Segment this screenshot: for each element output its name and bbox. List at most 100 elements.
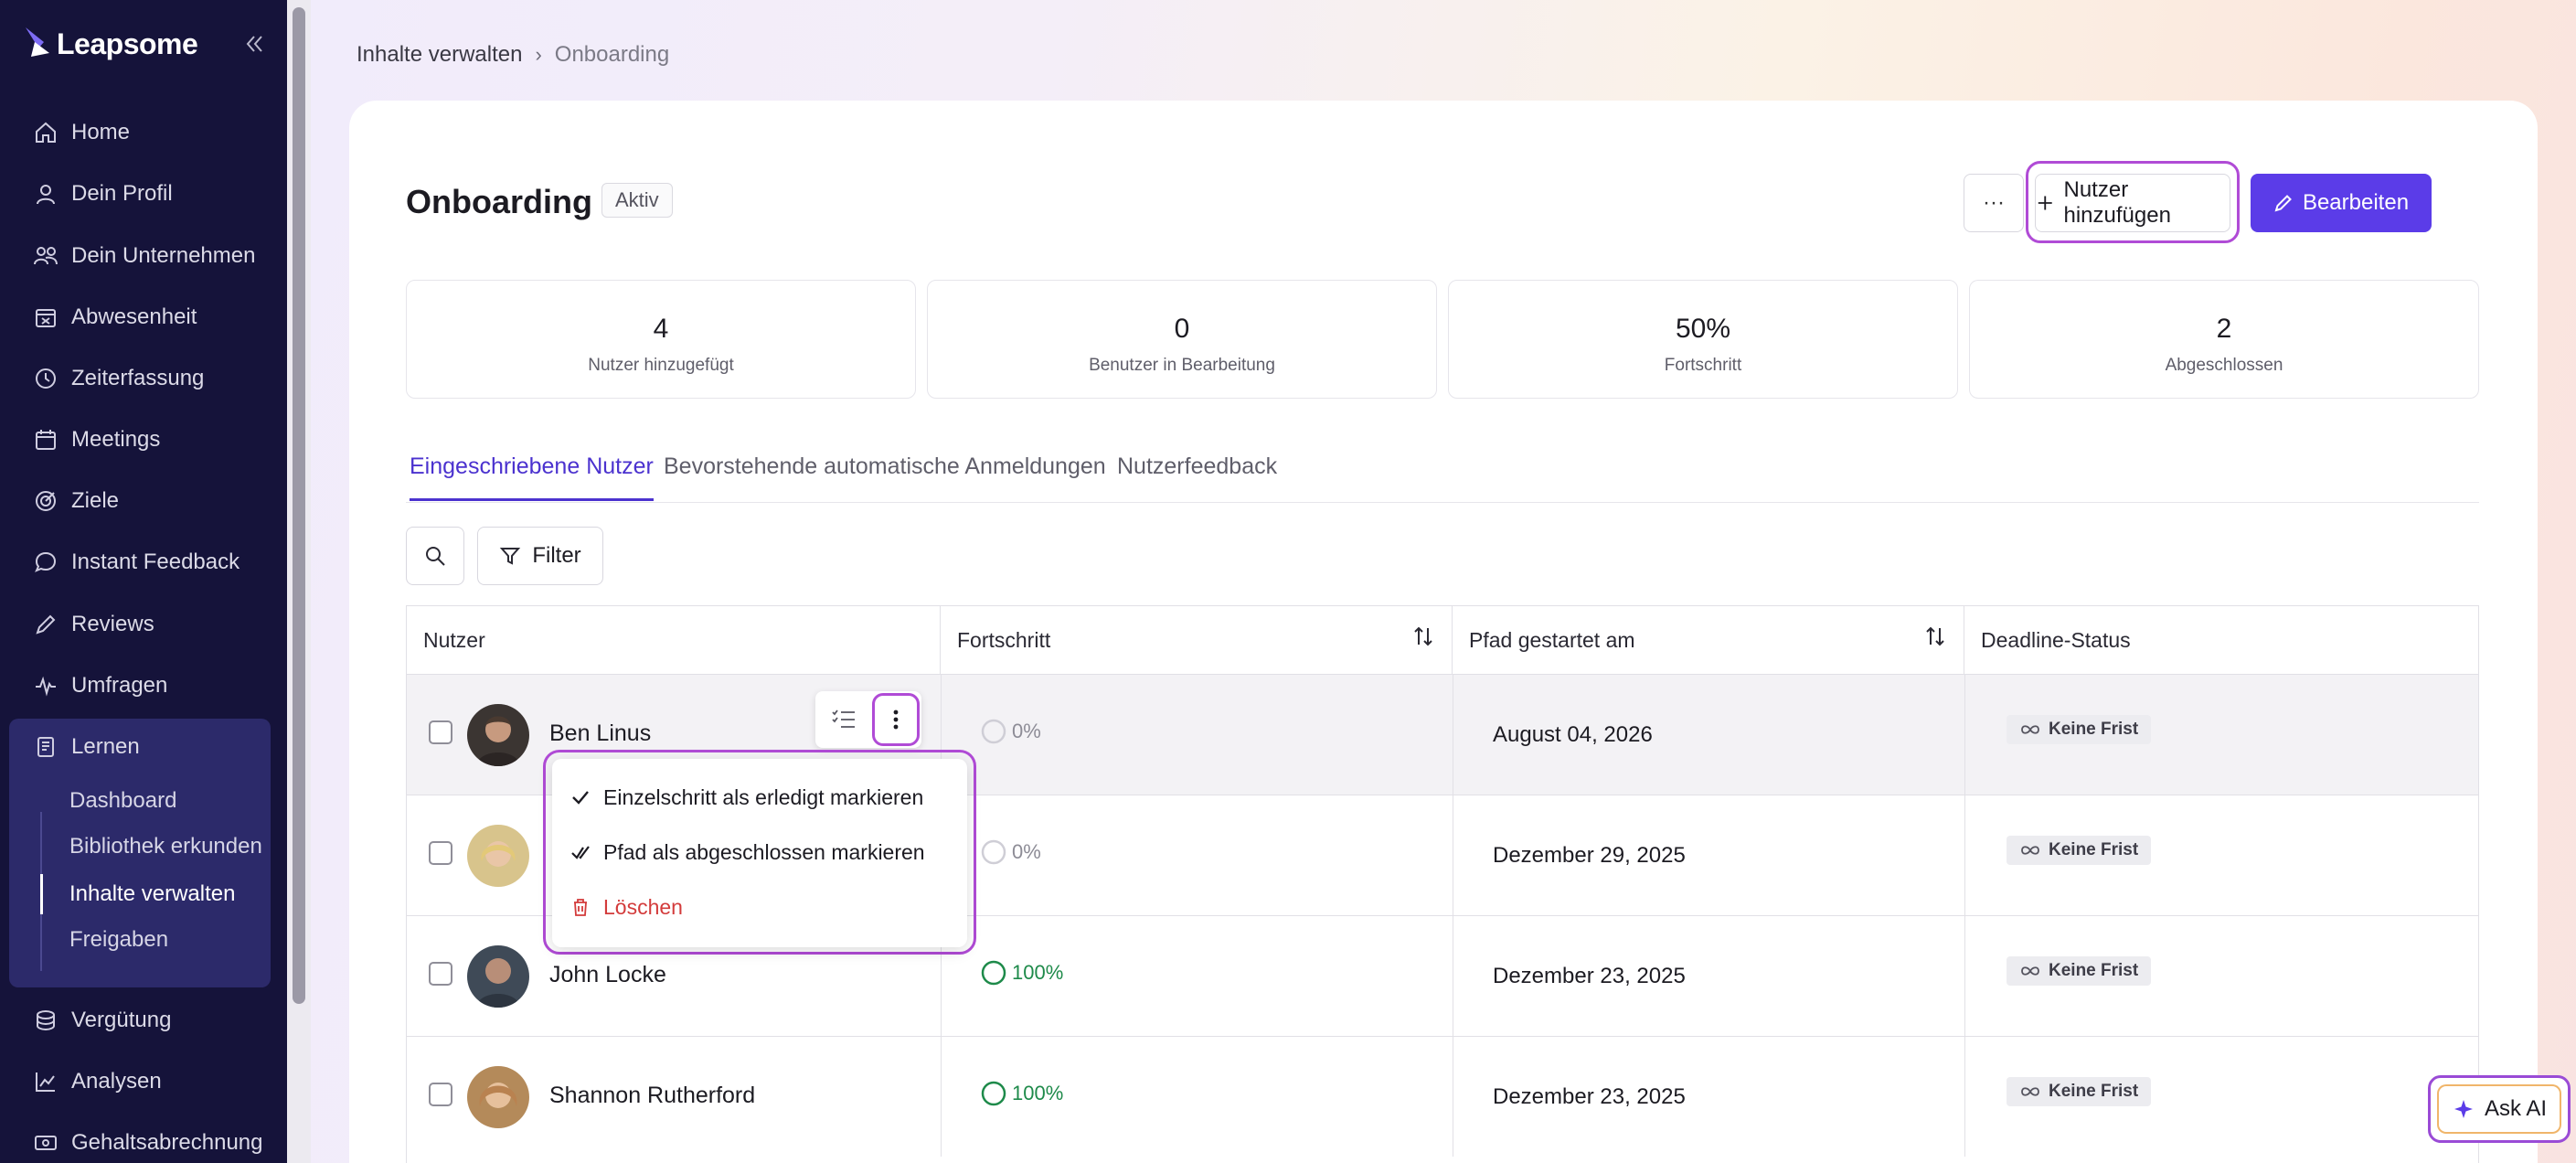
checklist-icon (832, 710, 855, 728)
table-row[interactable]: Shannon Rutherford 100% Dezember 23, 202… (407, 1036, 2478, 1157)
progress-ring-icon (981, 960, 1006, 986)
menu-item-mark-step-done[interactable]: Einzelschritt als erledigt markieren (552, 770, 967, 825)
steps-list-button[interactable] (826, 702, 861, 737)
submenu-active-indicator (40, 874, 43, 914)
more-label: ··· (1983, 190, 2005, 215)
breadcrumb-current: Onboarding (554, 42, 670, 67)
menu-item-mark-path-complete[interactable]: Pfad als abgeschlossen markieren (552, 825, 967, 880)
coins-icon (29, 1004, 62, 1037)
stat-label: Nutzer hinzugefügt (588, 356, 734, 375)
sidebar-subitem-inhalte-verwalten[interactable]: Inhalte verwalten (69, 881, 235, 907)
start-date: Dezember 29, 2025 (1493, 843, 1686, 868)
sidebar-item-verguetung[interactable]: Vergütung (18, 997, 271, 1044)
column-header-started[interactable]: Pfad gestartet am (1453, 606, 1964, 674)
pencil-icon (2274, 195, 2292, 212)
sidebar-item-unternehmen[interactable]: Dein Unternehmen (18, 232, 271, 280)
sidebar-item-reviews[interactable]: Reviews (18, 601, 271, 648)
deadline-badge: Keine Frist (2007, 956, 2152, 986)
search-button[interactable] (406, 527, 464, 585)
column-header-label: Deadline-Status (1981, 627, 2131, 652)
calendar-icon (29, 423, 62, 456)
progress-indicator: 0% (981, 719, 1041, 744)
filter-button[interactable]: Filter (477, 527, 603, 585)
sidebar-item-home[interactable]: Home (18, 109, 271, 156)
stat-value: 4 (653, 314, 669, 344)
tab-user-feedback[interactable]: Nutzerfeedback (1117, 453, 1277, 498)
user-name[interactable]: Ben Linus (549, 720, 651, 747)
sidebar-item-label: Analysen (71, 1069, 162, 1094)
row-actions (815, 691, 921, 748)
sidebar-item-ziele[interactable]: Ziele (18, 477, 271, 525)
row-checkbox[interactable] (429, 962, 452, 986)
row-checkbox[interactable] (429, 720, 452, 744)
sidebar-item-instant-feedback[interactable]: Instant Feedback (18, 539, 271, 586)
menu-item-label: Löschen (603, 894, 683, 919)
sidebar-item-meetings[interactable]: Meetings (18, 416, 271, 464)
app-name: Leapsome (57, 27, 198, 60)
sidebar-item-label: Umfragen (71, 673, 168, 698)
row-checkbox[interactable] (429, 841, 452, 865)
sort-icon[interactable] (1923, 624, 1947, 648)
cell-divider (1964, 675, 1965, 795)
deadline-label: Keine Frist (2049, 720, 2139, 739)
tab-enrolled-users[interactable]: Eingeschriebene Nutzer (410, 453, 654, 501)
main-content: Inhalte verwalten › Onboarding Onboardin… (311, 0, 2576, 1163)
sidebar-scrollbar-thumb[interactable] (293, 7, 305, 1004)
more-options-button[interactable]: ··· (1964, 174, 2024, 232)
infinity-icon (2021, 725, 2039, 734)
sidebar-subitem-dashboard[interactable]: Dashboard (69, 788, 176, 814)
chat-icon (29, 546, 62, 579)
pencil-icon (29, 608, 62, 641)
ask-ai-button[interactable]: Ask AI (2437, 1084, 2561, 1134)
deadline-badge: Keine Frist (2007, 715, 2152, 744)
sidebar-item-analysen[interactable]: Analysen (18, 1058, 271, 1105)
row-menu-button[interactable] (872, 693, 920, 746)
stat-users-added: 4 Nutzer hinzugefügt (406, 280, 916, 399)
stat-users-in-progress: 0 Benutzer in Bearbeitung (927, 280, 1437, 399)
add-user-button[interactable]: Nutzer hinzufügen (2035, 174, 2230, 232)
filter-label: Filter (532, 543, 581, 568)
sidebar-item-lernen[interactable]: Lernen (18, 723, 271, 771)
user-name[interactable]: Shannon Rutherford (549, 1083, 755, 1109)
progress-value: 0% (1012, 840, 1041, 863)
edit-label: Bearbeiten (2302, 190, 2410, 215)
sidebar-item-abwesenheit[interactable]: Abwesenheit (18, 293, 271, 341)
sidebar-subitem-bibliothek[interactable]: Bibliothek erkunden (69, 834, 262, 859)
sidebar-item-profil[interactable]: Dein Profil (18, 170, 271, 218)
sidebar-item-zeiterfassung[interactable]: Zeiterfassung (18, 355, 271, 402)
breadcrumb-parent[interactable]: Inhalte verwalten (357, 42, 522, 68)
logo[interactable]: Leapsome (24, 24, 271, 64)
sidebar-item-label: Abwesenheit (71, 304, 197, 329)
money-icon (29, 1126, 62, 1159)
edit-button[interactable]: Bearbeiten (2251, 174, 2432, 232)
start-date: Dezember 23, 2025 (1493, 964, 1686, 988)
sidebar: Leapsome Home Dein Profil Dein Unternehm… (0, 0, 287, 1163)
double-check-icon (571, 846, 590, 859)
stat-progress: 50% Fortschritt (1448, 280, 1958, 399)
add-user-label: Nutzer hinzufügen (2063, 177, 2171, 228)
plus-icon (2038, 196, 2052, 210)
sidebar-item-label: Lernen (71, 734, 140, 759)
sidebar-item-umfragen[interactable]: Umfragen (18, 662, 271, 710)
sidebar-subitem-freigaben[interactable]: Freigaben (69, 927, 168, 953)
sidebar-item-label: Vergütung (71, 1008, 172, 1032)
user-name[interactable]: John Locke (549, 962, 666, 988)
progress-value: 0% (1012, 720, 1041, 742)
stat-label: Benutzer in Bearbeitung (1089, 356, 1275, 375)
row-checkbox[interactable] (429, 1083, 452, 1106)
book-icon (29, 731, 62, 763)
column-header-label: Nutzer (423, 627, 485, 652)
collapse-sidebar-icon[interactable] (238, 27, 271, 60)
breadcrumb: Inhalte verwalten › Onboarding (357, 42, 669, 68)
cell-divider (1964, 795, 1965, 915)
avatar (467, 825, 529, 887)
stat-value: 50% (1675, 314, 1731, 344)
sidebar-item-gehaltsabrechnung[interactable]: Gehaltsabrechnung (18, 1119, 271, 1163)
sort-icon[interactable] (1411, 624, 1435, 648)
filter-icon (500, 548, 521, 565)
menu-item-delete[interactable]: Löschen (552, 880, 967, 934)
avatar (467, 704, 529, 766)
tab-upcoming-enrollments[interactable]: Bevorstehende automatische Anmeldungen (664, 453, 1106, 498)
column-header-progress[interactable]: Fortschritt (941, 606, 1453, 674)
cell-divider (1964, 916, 1965, 1036)
